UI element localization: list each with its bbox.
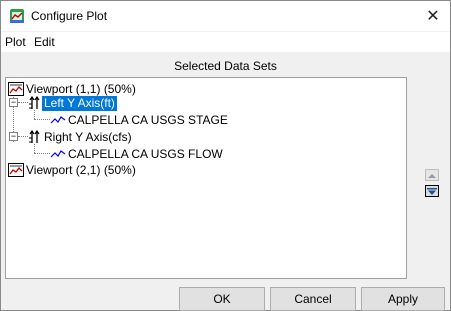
tree-connector [34,153,50,154]
close-icon: ✕ [426,8,440,25]
tree-item-label: CALPELLA CA USGS STAGE [68,112,228,127]
tree-connector [18,136,28,137]
tree-item-viewport-2[interactable]: Viewport (2,1) (50%) [8,162,138,178]
tree-item-label: Viewport (2,1) (50%) [26,162,136,177]
selected-data-sets-heading: Selected Data Sets [174,59,277,73]
move-down-button[interactable] [425,185,439,197]
tree-item-calpella-flow[interactable]: CALPELLA CA USGS FLOW [50,146,225,162]
viewport-icon [8,163,24,177]
axis-icon [29,96,40,109]
axis-icon [29,130,40,143]
menu-edit[interactable]: Edit [34,35,55,49]
title-bar: Configure Plot ✕ [1,1,450,31]
cancel-button[interactable]: Cancel [270,287,356,311]
collapse-right-axis-button[interactable]: − [9,132,18,141]
plot-app-icon [10,9,24,23]
viewport-icon [8,82,24,96]
data-sets-tree[interactable]: − − Viewport (1,1) (50%) Left Y Axis(ft) [5,77,407,279]
ok-button[interactable]: OK [179,287,265,311]
close-button[interactable]: ✕ [416,1,450,31]
tree-connector [34,119,50,120]
tree-item-right-y-axis[interactable]: Right Y Axis(cfs) [28,129,134,145]
menu-plot[interactable]: Plot [5,35,26,49]
tree-connector [34,110,35,119]
apply-button[interactable]: Apply [361,287,445,311]
triangle-down-icon [427,188,437,195]
menu-bar: Plot Edit [1,32,450,52]
tree-connector [18,102,28,103]
line-series-icon [50,150,66,158]
tree-connector [34,144,35,153]
tree-item-label: CALPELLA CA USGS FLOW [68,146,223,161]
line-series-icon [50,116,66,124]
window-title: Configure Plot [31,9,108,23]
tree-item-label: Left Y Axis(ft) [42,95,117,111]
tree-item-label: Right Y Axis(cfs) [44,129,132,144]
move-up-button[interactable] [425,169,439,181]
collapse-left-axis-button[interactable]: − [9,98,18,107]
tree-item-calpella-stage[interactable]: CALPELLA CA USGS STAGE [50,112,230,128]
tree-item-left-y-axis[interactable]: Left Y Axis(ft) [28,95,117,111]
configure-plot-dialog: Configure Plot ✕ Plot Edit Selected Data… [0,0,451,311]
triangle-up-icon [428,174,436,178]
